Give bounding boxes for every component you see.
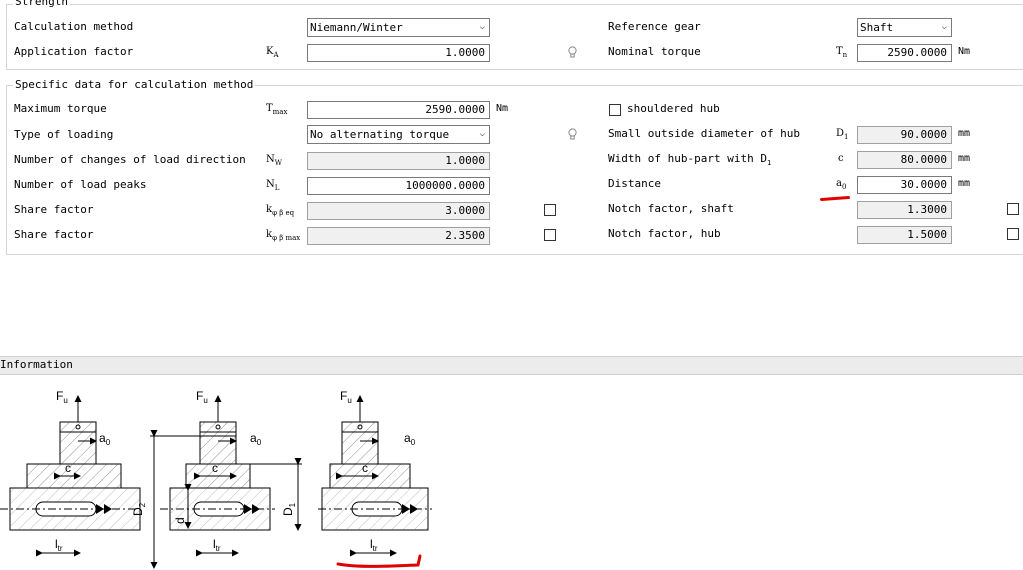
share-factor-max-symbol: kφ β max bbox=[266, 229, 301, 242]
d-label: d bbox=[173, 517, 187, 524]
notch-hub-checkbox[interactable] bbox=[1007, 228, 1019, 240]
loading-type-select[interactable]: No alternating torque ⌵ bbox=[307, 125, 490, 144]
lightbulb-icon[interactable] bbox=[568, 46, 577, 59]
nominal-torque-label: Nominal torque bbox=[608, 45, 701, 58]
share-factor-eq-checkbox[interactable] bbox=[544, 204, 556, 216]
fu-label: Fu bbox=[56, 389, 68, 405]
app-factor-input[interactable]: 1.0000 bbox=[307, 44, 490, 62]
ref-gear-label: Reference gear bbox=[608, 20, 701, 33]
share-factor-max-input[interactable]: 2.3500 bbox=[307, 227, 490, 245]
load-direction-changes-label: Number of changes of load direction bbox=[14, 153, 246, 166]
hub-diagram-3: Fu a0 c ltr bbox=[318, 389, 432, 568]
a0-label: a0 bbox=[99, 431, 111, 447]
svg-text:c: c bbox=[362, 461, 368, 475]
c-label: c bbox=[65, 461, 71, 475]
d1-label: D1 bbox=[281, 502, 297, 516]
svg-text:a0: a0 bbox=[250, 431, 262, 447]
notch-shaft-input[interactable]: 1.3000 bbox=[857, 201, 952, 219]
calc-method-select[interactable]: Niemann/Winter ⌵ bbox=[307, 18, 490, 37]
share-factor-max-label: Share factor bbox=[14, 228, 94, 241]
ref-gear-value: Shaft bbox=[860, 21, 894, 34]
distance-label: Distance bbox=[608, 177, 661, 190]
chevron-down-icon: ⌵ bbox=[479, 129, 485, 139]
distance-input[interactable]: 30.0000 bbox=[857, 176, 952, 194]
svg-text:a0: a0 bbox=[404, 431, 416, 447]
small-diameter-label: Small outside diameter of hub bbox=[608, 127, 801, 140]
share-factor-eq-input[interactable]: 3.0000 bbox=[307, 202, 490, 220]
lightbulb-icon[interactable] bbox=[568, 128, 577, 141]
information-title: Information bbox=[0, 358, 73, 371]
chevron-down-icon: ⌵ bbox=[479, 22, 485, 32]
load-peaks-label: Number of load peaks bbox=[14, 178, 147, 191]
chevron-down-icon: ⌵ bbox=[941, 22, 947, 32]
hub-width-unit: mm bbox=[958, 153, 971, 164]
share-factor-eq-label: Share factor bbox=[14, 203, 94, 216]
max-torque-symbol: Tmax bbox=[266, 103, 288, 116]
distance-unit: mm bbox=[958, 178, 971, 189]
load-peaks-symbol: NL bbox=[266, 179, 280, 192]
svg-text:ltr: ltr bbox=[370, 537, 378, 553]
red-annotation-mark bbox=[336, 554, 422, 568]
svg-text:Fu: Fu bbox=[196, 389, 208, 405]
max-torque-input[interactable]: 2590.0000 bbox=[307, 101, 490, 119]
loading-type-value: No alternating torque bbox=[310, 128, 450, 141]
notch-hub-label: Notch factor, hub bbox=[608, 227, 721, 240]
nominal-torque-unit: Nm bbox=[958, 46, 971, 57]
information-bar: Information bbox=[0, 356, 1023, 375]
strength-legend: Strength bbox=[13, 0, 70, 8]
hub-width-label: Width of hub-part with D1 bbox=[608, 152, 772, 168]
small-diameter-input[interactable]: 90.0000 bbox=[857, 126, 952, 144]
shouldered-hub-label: shouldered hub bbox=[627, 102, 720, 115]
ref-gear-select[interactable]: Shaft ⌵ bbox=[857, 18, 952, 37]
max-torque-label: Maximum torque bbox=[14, 102, 107, 115]
calc-method-value: Niemann/Winter bbox=[310, 21, 403, 34]
calc-method-label: Calculation method bbox=[14, 20, 134, 33]
small-diameter-symbol: D1 bbox=[836, 128, 849, 141]
notch-hub-input[interactable]: 1.5000 bbox=[857, 226, 952, 244]
hub-width-input[interactable]: 80.0000 bbox=[857, 151, 952, 169]
nominal-torque-input[interactable]: 2590.0000 bbox=[857, 44, 952, 62]
notch-shaft-checkbox[interactable] bbox=[1007, 203, 1019, 215]
svg-text:c: c bbox=[212, 461, 218, 475]
loading-type-label: Type of loading bbox=[14, 128, 114, 141]
nominal-torque-symbol: Tn bbox=[836, 46, 848, 59]
app-factor-symbol: KA bbox=[266, 46, 279, 59]
hub-width-symbol: c bbox=[838, 153, 844, 164]
notch-shaft-label: Notch factor, shaft bbox=[608, 202, 734, 215]
svg-text:ltr: ltr bbox=[213, 537, 221, 553]
distance-symbol: a0 bbox=[836, 178, 847, 191]
hub-diagram-1: Fu a0 c ltr bbox=[0, 389, 141, 557]
share-factor-eq-symbol: kφ β eq bbox=[266, 204, 295, 217]
ltr-label: ltr bbox=[55, 537, 63, 553]
share-factor-max-checkbox[interactable] bbox=[544, 229, 556, 241]
app-factor-label: Application factor bbox=[14, 45, 134, 58]
hub-diagram-2: Fu a0 c D2 D1 d ltr bbox=[131, 389, 302, 569]
load-direction-changes-symbol: NW bbox=[266, 154, 282, 167]
specific-data-legend: Specific data for calculation method bbox=[13, 78, 256, 91]
shouldered-hub-checkbox[interactable] bbox=[609, 104, 621, 116]
load-direction-changes-input[interactable]: 1.0000 bbox=[307, 152, 490, 170]
hub-diagrams: Fu a0 c ltr Fu a0 c D2 D1 d ltr Fu a0 c … bbox=[0, 389, 432, 569]
svg-text:Fu: Fu bbox=[340, 389, 352, 405]
max-torque-unit: Nm bbox=[496, 103, 509, 114]
load-peaks-input[interactable]: 1000000.0000 bbox=[307, 177, 490, 195]
small-diameter-unit: mm bbox=[958, 128, 971, 139]
